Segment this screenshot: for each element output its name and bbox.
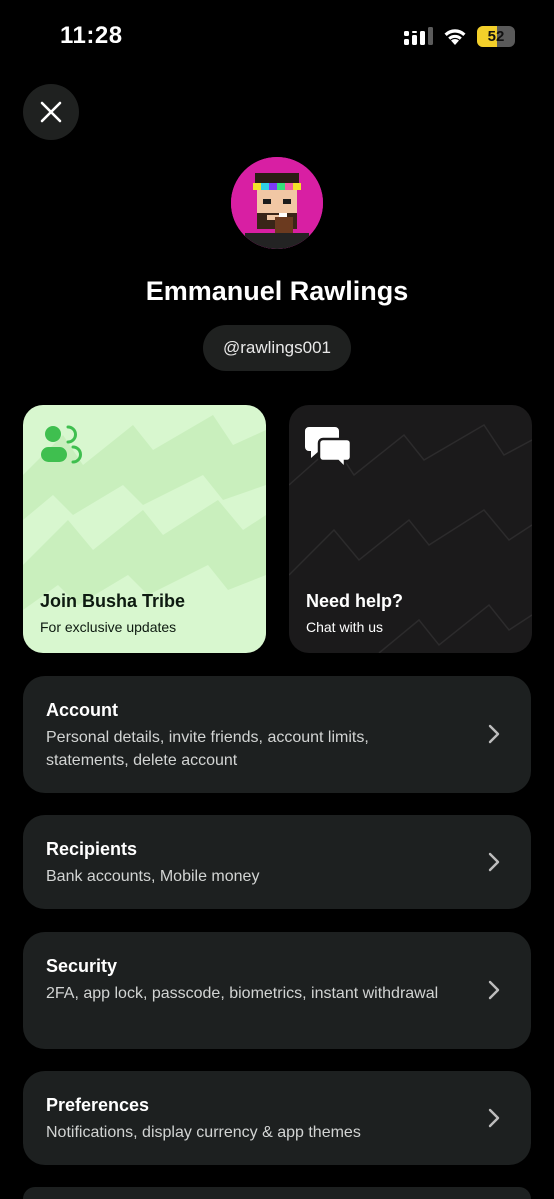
need-help-card[interactable]: Need help? Chat with us (289, 405, 532, 653)
chevron-right-icon (488, 1108, 500, 1128)
signal-icon (404, 27, 433, 45)
close-button[interactable] (23, 84, 79, 140)
pixel-avatar-image (231, 157, 323, 249)
close-icon (40, 101, 62, 123)
username-badge[interactable]: @rawlings001 (203, 325, 351, 371)
battery-percent: 52 (487, 28, 505, 45)
wifi-icon (444, 29, 466, 45)
chevron-right-icon (488, 852, 500, 872)
card-title: Join Busha Tribe (40, 591, 186, 611)
chat-bubbles-icon (305, 427, 353, 469)
username-text: @rawlings001 (223, 338, 331, 357)
menu-item-description: Notifications, display currency & app th… (46, 1124, 361, 1141)
profile-name: Emmanuel Rawlings (145, 276, 409, 306)
menu-item-recipients[interactable]: Recipients Bank accounts, Mobile money (23, 815, 531, 909)
menu-item-next[interactable] (23, 1187, 531, 1199)
menu-item-description: Personal details, invite friends, accoun… (46, 729, 369, 769)
battery-indicator: 52 (477, 26, 515, 47)
menu-item-description: Bank accounts, Mobile money (46, 868, 260, 885)
chevron-right-icon (488, 980, 500, 1000)
menu-item-title: Account (46, 700, 118, 720)
status-time: 11:28 (60, 22, 123, 49)
menu-item-security[interactable]: Security 2FA, app lock, passcode, biomet… (23, 932, 531, 1049)
menu-item-account[interactable]: Account Personal details, invite friends… (23, 676, 531, 793)
card-title: Need help? (306, 591, 404, 611)
menu-item-title: Recipients (46, 839, 138, 859)
community-icon (41, 425, 82, 464)
chevron-right-icon (488, 724, 500, 744)
status-bar: 11:28 52 (0, 0, 554, 72)
card-subtitle: For exclusive updates (40, 619, 177, 635)
menu-item-preferences[interactable]: Preferences Notifications, display curre… (23, 1071, 531, 1165)
menu-item-title: Preferences (46, 1095, 150, 1115)
menu-item-title: Security (46, 956, 118, 976)
menu-item-description: 2FA, app lock, passcode, biometrics, ins… (46, 985, 439, 1002)
avatar[interactable] (231, 157, 323, 249)
join-tribe-card[interactable]: Join Busha Tribe For exclusive updates (23, 405, 266, 653)
card-subtitle: Chat with us (306, 619, 384, 635)
